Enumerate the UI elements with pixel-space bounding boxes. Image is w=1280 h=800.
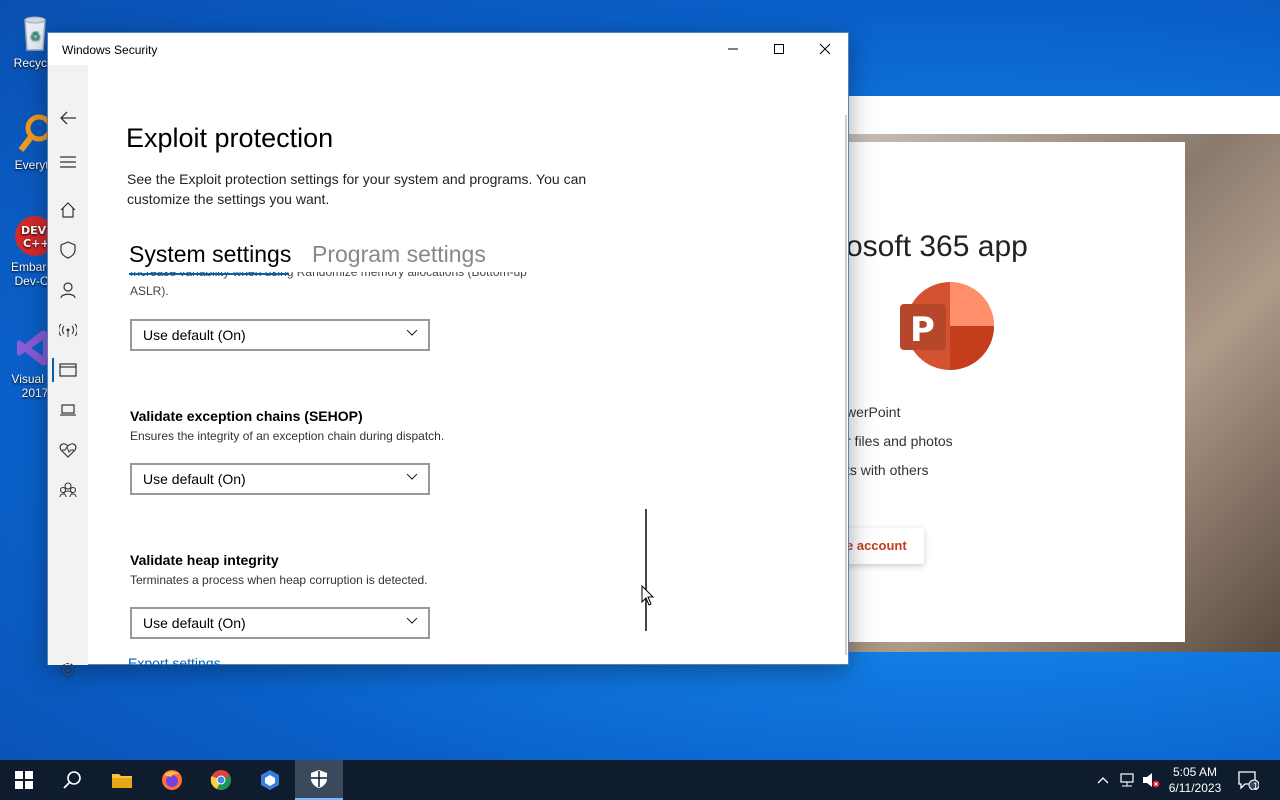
clock-date: 6/11/2023 xyxy=(1168,781,1222,795)
laptop-icon xyxy=(60,404,76,416)
tab-system-settings[interactable]: System settings xyxy=(129,241,299,268)
action-center-button[interactable]: 1 xyxy=(1234,760,1262,800)
app-icon xyxy=(261,770,279,790)
maximize-button[interactable] xyxy=(756,33,802,65)
nav-device-health[interactable] xyxy=(48,434,88,466)
window-title: Windows Security xyxy=(62,43,158,57)
firefox-icon xyxy=(162,770,182,790)
windows-security-shield-icon xyxy=(311,770,327,788)
powerpoint-logo-icon: P xyxy=(900,282,996,370)
svg-text:♻: ♻ xyxy=(30,29,41,43)
home-icon xyxy=(60,202,76,218)
close-button[interactable] xyxy=(802,33,848,65)
dropdown-value: Use default (On) xyxy=(143,471,246,487)
search-button[interactable] xyxy=(48,760,96,800)
clock-time: 5:05 AM xyxy=(1172,765,1218,779)
nav-virus-protection[interactable] xyxy=(48,234,88,266)
wireless-icon xyxy=(59,323,77,337)
menu-button[interactable] xyxy=(48,146,88,178)
taskbar: 5:05 AM 6/11/2023 1 xyxy=(0,760,1280,800)
volume-muted-icon xyxy=(1143,773,1160,788)
background-browser-window[interactable]: osoft 365 app P werPoint r files and pho… xyxy=(836,96,1280,652)
active-tab-indicator xyxy=(129,273,289,275)
heap-integrity-description: Terminates a process when heap corruptio… xyxy=(130,573,428,587)
network-icon xyxy=(1120,773,1134,787)
main-content: Exploit protection See the Exploit prote… xyxy=(88,65,848,665)
card-line: werPoint xyxy=(846,404,901,420)
taskbar-chrome[interactable] xyxy=(197,760,245,800)
network-tray-button[interactable] xyxy=(1116,760,1138,800)
navigation-rail xyxy=(48,65,88,678)
family-icon xyxy=(59,482,77,498)
windows-logo-icon xyxy=(15,771,33,789)
back-arrow-icon xyxy=(60,111,76,125)
taskbar-windows-security[interactable] xyxy=(295,760,343,800)
title-bar[interactable]: Windows Security xyxy=(48,33,848,65)
nav-home[interactable] xyxy=(48,194,88,226)
maximize-icon xyxy=(774,44,784,54)
nav-firewall-network[interactable] xyxy=(48,314,88,346)
app-browser-icon xyxy=(59,363,77,377)
heart-icon xyxy=(59,443,77,458)
card-line: r files and photos xyxy=(846,433,953,449)
nav-family-options[interactable] xyxy=(48,474,88,506)
show-hidden-icons-button[interactable] xyxy=(1094,760,1112,800)
nav-device-security[interactable] xyxy=(48,394,88,426)
notification-count: 1 xyxy=(1253,781,1259,791)
partial-setting-description: Increase variability when using Randomiz… xyxy=(130,272,570,300)
page-title: Exploit protection xyxy=(126,123,334,153)
tab-program-settings[interactable]: Program settings xyxy=(312,241,512,268)
back-button[interactable] xyxy=(48,102,88,134)
svg-text:C++: C++ xyxy=(23,237,50,250)
person-icon xyxy=(60,282,76,298)
windows-security-window: Windows Security Exploit protection See … xyxy=(47,32,849,678)
mouse-pointer-icon xyxy=(641,584,655,612)
chrome-icon xyxy=(210,770,231,790)
sehop-description: Ensures the integrity of an exception ch… xyxy=(130,429,445,443)
taskbar-firefox[interactable] xyxy=(148,760,196,800)
minimize-icon xyxy=(728,48,738,50)
dropdown-value: Use default (On) xyxy=(143,327,246,343)
chevron-down-icon xyxy=(406,329,418,336)
scrollbar[interactable] xyxy=(845,115,847,655)
system-clock[interactable]: 5:05 AM 6/11/2023 xyxy=(1160,764,1230,796)
svg-text:P: P xyxy=(910,310,935,350)
card-title: osoft 365 app xyxy=(846,230,1028,263)
microsoft-365-card: osoft 365 app P werPoint r files and pho… xyxy=(836,142,1185,642)
gear-icon xyxy=(60,662,76,678)
text-cursor-line xyxy=(645,509,647,631)
minimize-button[interactable] xyxy=(710,33,756,65)
search-icon xyxy=(63,771,81,789)
heap-integrity-dropdown[interactable]: Use default (On) xyxy=(130,607,430,639)
taskbar-app[interactable] xyxy=(246,760,294,800)
close-icon xyxy=(819,43,831,55)
nav-app-browser-control[interactable] xyxy=(48,354,88,386)
nav-account-protection[interactable] xyxy=(48,274,88,306)
page-description: See the Exploit protection settings for … xyxy=(127,171,587,207)
partial-line: ASLR). xyxy=(130,284,169,298)
export-settings-link[interactable]: Export settings xyxy=(128,655,221,665)
shield-icon xyxy=(60,241,76,259)
heap-integrity-title: Validate heap integrity xyxy=(130,552,279,568)
svg-text:DEV: DEV xyxy=(21,224,47,237)
nav-settings[interactable] xyxy=(48,654,88,686)
volume-tray-button[interactable] xyxy=(1140,760,1162,800)
create-account-button[interactable]: e account xyxy=(836,528,924,564)
start-button[interactable] xyxy=(0,760,48,800)
chevron-up-icon xyxy=(1097,777,1109,784)
sehop-title: Validate exception chains (SEHOP) xyxy=(130,408,363,424)
dropdown-value: Use default (On) xyxy=(143,615,246,631)
chevron-down-icon xyxy=(406,617,418,624)
aslr-dropdown[interactable]: Use default (On) xyxy=(130,319,430,351)
sehop-dropdown[interactable]: Use default (On) xyxy=(130,463,430,495)
card-line: ts with others xyxy=(846,462,929,478)
chevron-down-icon xyxy=(406,473,418,480)
hamburger-icon xyxy=(60,156,76,168)
folder-icon xyxy=(112,774,132,788)
taskbar-file-explorer[interactable] xyxy=(98,760,146,800)
